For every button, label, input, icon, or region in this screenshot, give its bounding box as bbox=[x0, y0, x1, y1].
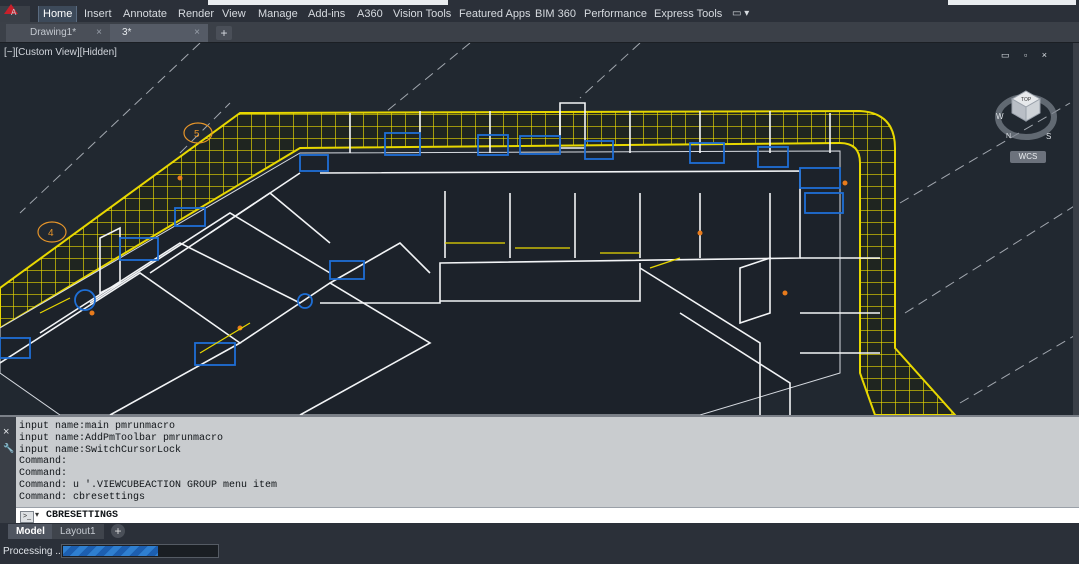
progress-fill bbox=[63, 546, 158, 556]
history-line: input name:main pmrunmacro bbox=[19, 421, 176, 432]
layout-tabs: Model Layout1 + bbox=[0, 523, 1079, 540]
drawing-viewport[interactable]: 5 4 [−][Custom View][Hidden] ▭ ▫ × TOP W… bbox=[0, 43, 1079, 415]
tab-a360[interactable]: A360 bbox=[357, 6, 383, 22]
command-input[interactable]: CBRESETTINGS bbox=[46, 510, 118, 521]
doc-tab-label: Drawing1* bbox=[30, 27, 77, 38]
history-line: Command: bbox=[19, 456, 68, 468]
tab-featured-apps[interactable]: Featured Apps bbox=[459, 6, 531, 22]
history-line: Command: bbox=[19, 468, 68, 480]
document-tabs: Drawing1* × 3* × + bbox=[0, 22, 1079, 43]
chevron-down-icon[interactable]: ▾ bbox=[35, 510, 39, 519]
tab-view[interactable]: View bbox=[222, 6, 246, 22]
history-line: input name:SwitchCursorLock bbox=[19, 444, 182, 456]
viewcube-face: TOP bbox=[1021, 97, 1032, 103]
wcs-menu[interactable]: WCS bbox=[1010, 151, 1046, 163]
vertical-scrollbar[interactable] bbox=[1073, 43, 1079, 415]
building-3d-model: 5 4 bbox=[0, 43, 1079, 415]
command-history: input name:main pmrunmacro input name:Ad… bbox=[19, 421, 277, 504]
ribbon-tabs: A Home Insert Annotate Render View Manag… bbox=[0, 4, 1079, 22]
ribbon-minimize-toggle[interactable]: ▭ ▾ bbox=[732, 6, 749, 22]
processing-label: Processing ... bbox=[3, 546, 64, 557]
grid-bubble-label: 5 bbox=[194, 129, 200, 140]
viewport-window-controls[interactable]: ▭ ▫ × bbox=[1001, 50, 1053, 61]
history-line: Command: u '.VIEWCUBEACTION GROUP menu i… bbox=[19, 479, 278, 491]
doc-tab-3[interactable]: 3* × bbox=[110, 24, 208, 42]
viewcube-icon: TOP W S N bbox=[995, 90, 1057, 141]
close-icon[interactable]: × bbox=[96, 24, 102, 42]
close-icon[interactable]: × bbox=[3, 426, 9, 438]
history-line: input name:AddPmToolbar pmrunmacro bbox=[19, 432, 224, 444]
close-icon[interactable]: × bbox=[194, 24, 200, 42]
viewcube[interactable]: TOP W S N bbox=[994, 83, 1058, 147]
progress-bar bbox=[61, 544, 219, 558]
app-button-label: A bbox=[11, 8, 17, 17]
grid-bubble-label: 4 bbox=[48, 228, 54, 239]
tab-manage[interactable]: Manage bbox=[258, 6, 298, 22]
status-bar: Processing ... bbox=[0, 540, 1079, 564]
tab-add-ins[interactable]: Add-ins bbox=[308, 6, 345, 22]
tab-vision-tools[interactable]: Vision Tools bbox=[393, 6, 451, 22]
tab-performance[interactable]: Performance bbox=[584, 6, 647, 22]
search-field[interactable] bbox=[948, 0, 1076, 5]
command-prompt-icon[interactable]: >_ bbox=[20, 511, 34, 523]
command-side-bar: × 🔧 bbox=[0, 417, 16, 525]
doc-tab-drawing1[interactable]: Drawing1* × bbox=[6, 24, 110, 42]
command-window: × 🔧 input name:main pmrunmacro input nam… bbox=[0, 415, 1079, 525]
doc-tab-label: 3* bbox=[122, 27, 132, 38]
tab-express-tools[interactable]: Express Tools bbox=[654, 6, 722, 22]
viewport-controls-label[interactable]: [−][Custom View][Hidden] bbox=[4, 47, 117, 58]
tab-model[interactable]: Model bbox=[8, 524, 53, 539]
tab-insert[interactable]: Insert bbox=[84, 6, 112, 22]
application-menu-button[interactable]: A bbox=[0, 4, 30, 22]
compass-w: W bbox=[996, 112, 1004, 121]
tab-home[interactable]: Home bbox=[38, 6, 78, 22]
tab-annotate[interactable]: Annotate bbox=[123, 6, 167, 22]
compass-s: S bbox=[1046, 132, 1051, 141]
compass-n: N bbox=[1006, 133, 1011, 140]
tab-bim-360[interactable]: BIM 360 bbox=[535, 6, 576, 22]
add-layout-button[interactable]: + bbox=[111, 524, 125, 538]
wrench-icon[interactable]: 🔧 bbox=[3, 443, 14, 454]
history-line: Command: cbresettings bbox=[19, 491, 146, 503]
tab-render[interactable]: Render bbox=[178, 6, 214, 22]
new-drawing-tab-button[interactable]: + bbox=[216, 26, 232, 40]
title-field bbox=[208, 0, 448, 5]
tab-layout1[interactable]: Layout1 bbox=[52, 524, 104, 539]
